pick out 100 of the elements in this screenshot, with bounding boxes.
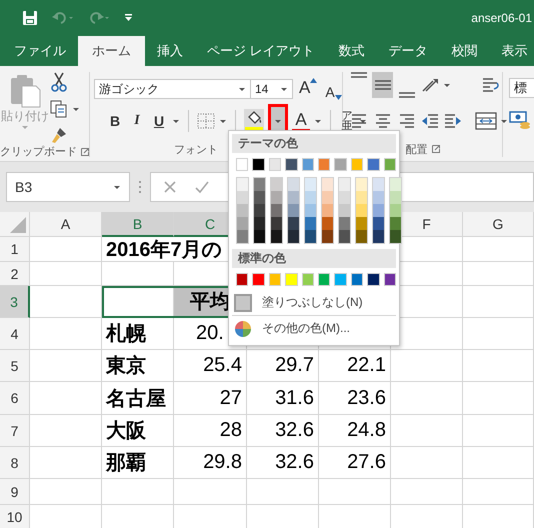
color-swatch[interactable] <box>288 217 299 230</box>
increase-indent-icon[interactable] <box>443 112 463 130</box>
color-swatch[interactable] <box>236 273 248 286</box>
caret-icon[interactable] <box>172 118 180 124</box>
color-swatch[interactable] <box>356 217 367 230</box>
wrap-text-icon[interactable] <box>481 76 501 94</box>
color-swatch[interactable] <box>318 158 330 171</box>
ribbon-tab[interactable]: 数式 <box>326 36 377 66</box>
color-swatch[interactable] <box>305 191 316 204</box>
menu-item[interactable]: その他の色(M)... <box>232 315 396 341</box>
grow-font-button[interactable]: A <box>297 78 320 100</box>
color-swatch[interactable] <box>322 191 333 204</box>
color-swatch[interactable] <box>390 178 401 191</box>
font-name-field[interactable]: 游ゴシック <box>94 79 251 99</box>
color-swatch[interactable] <box>254 230 265 243</box>
color-swatch[interactable] <box>390 217 401 230</box>
color-swatch[interactable] <box>252 158 265 171</box>
color-swatch[interactable] <box>390 230 401 243</box>
color-swatch[interactable] <box>254 217 265 230</box>
color-swatch[interactable] <box>356 230 367 243</box>
launcher-icon[interactable] <box>81 148 89 156</box>
italic-button[interactable]: I <box>128 111 146 131</box>
border-icon[interactable] <box>197 113 215 129</box>
color-swatch[interactable] <box>373 191 384 204</box>
ribbon-tab[interactable]: ページ レイアウト <box>195 36 327 66</box>
color-swatch[interactable] <box>237 191 248 204</box>
color-swatch[interactable] <box>322 230 333 243</box>
color-swatch[interactable] <box>271 204 282 217</box>
caret-icon[interactable] <box>443 82 451 88</box>
color-swatch[interactable] <box>339 204 350 217</box>
row-header[interactable]: 9 <box>0 479 30 505</box>
phonetic-button[interactable]: ア 亜 <box>339 111 355 131</box>
font-size-field[interactable]: 14 <box>250 79 293 99</box>
color-swatch[interactable] <box>322 204 333 217</box>
color-swatch[interactable] <box>285 273 298 286</box>
caret-icon[interactable] <box>314 118 322 124</box>
color-swatch[interactable] <box>318 273 330 286</box>
ribbon-tab[interactable]: 表示 <box>490 36 534 66</box>
color-swatch[interactable] <box>254 178 265 191</box>
row-header[interactable]: 2 <box>0 262 30 286</box>
color-swatch[interactable] <box>254 204 265 217</box>
bold-button[interactable]: B <box>106 111 124 131</box>
row-header[interactable]: 6 <box>0 382 30 415</box>
color-swatch[interactable] <box>384 158 396 171</box>
color-swatch[interactable] <box>288 178 299 191</box>
color-swatch[interactable] <box>271 191 282 204</box>
color-swatch[interactable] <box>237 178 248 191</box>
color-swatch[interactable] <box>322 217 333 230</box>
color-swatch[interactable] <box>236 158 248 171</box>
caret-icon[interactable] <box>359 118 367 124</box>
column-header[interactable]: B <box>102 212 174 237</box>
color-swatch[interactable] <box>350 158 364 171</box>
row-header[interactable]: 1 <box>0 237 30 262</box>
color-swatch[interactable] <box>271 230 282 243</box>
check-icon[interactable] <box>195 180 209 194</box>
color-swatch[interactable] <box>288 204 299 217</box>
color-swatch[interactable] <box>252 273 265 286</box>
row-header[interactable]: 4 <box>0 318 30 350</box>
color-swatch[interactable] <box>237 217 248 230</box>
color-swatch[interactable] <box>271 178 282 191</box>
shrink-font-button[interactable]: A <box>323 78 344 100</box>
row-header[interactable]: 8 <box>0 447 30 479</box>
color-swatch[interactable] <box>288 191 299 204</box>
color-swatch[interactable] <box>390 204 401 217</box>
cut-icon[interactable] <box>50 72 68 92</box>
color-swatch[interactable] <box>339 178 350 191</box>
save-icon[interactable] <box>22 10 38 26</box>
orientation-icon[interactable] <box>420 76 440 94</box>
launcher-icon[interactable] <box>432 145 440 153</box>
color-swatch[interactable] <box>373 230 384 243</box>
color-swatch[interactable] <box>285 158 298 171</box>
brush-icon[interactable] <box>50 126 68 144</box>
color-swatch[interactable] <box>305 230 316 243</box>
ribbon-tab[interactable]: 校閲 <box>440 36 490 66</box>
currency-icon[interactable] <box>509 110 531 130</box>
color-swatch[interactable] <box>339 191 350 204</box>
align-button[interactable] <box>372 72 393 98</box>
color-swatch[interactable] <box>350 273 364 286</box>
redo-icon[interactable] <box>88 11 110 25</box>
caret-icon[interactable] <box>72 106 80 112</box>
color-swatch[interactable] <box>367 273 380 286</box>
color-swatch[interactable] <box>373 204 384 217</box>
color-swatch[interactable] <box>302 158 314 171</box>
color-swatch[interactable] <box>390 191 401 204</box>
caret-icon[interactable] <box>113 184 121 190</box>
color-swatch[interactable] <box>356 204 367 217</box>
undo-icon[interactable] <box>52 11 74 25</box>
ribbon-tab[interactable]: データ <box>376 36 440 66</box>
color-swatch[interactable] <box>373 217 384 230</box>
color-swatch[interactable] <box>237 204 248 217</box>
cancel-icon[interactable] <box>163 180 177 194</box>
color-swatch[interactable] <box>339 230 350 243</box>
color-swatch[interactable] <box>373 178 384 191</box>
color-swatch[interactable] <box>268 158 282 171</box>
color-swatch[interactable] <box>384 273 396 286</box>
color-swatch[interactable] <box>271 217 282 230</box>
ribbon-tab[interactable]: 挿入 <box>145 36 195 66</box>
color-swatch[interactable] <box>237 230 248 243</box>
color-swatch[interactable] <box>268 273 282 286</box>
row-header[interactable]: 10 <box>0 505 30 528</box>
